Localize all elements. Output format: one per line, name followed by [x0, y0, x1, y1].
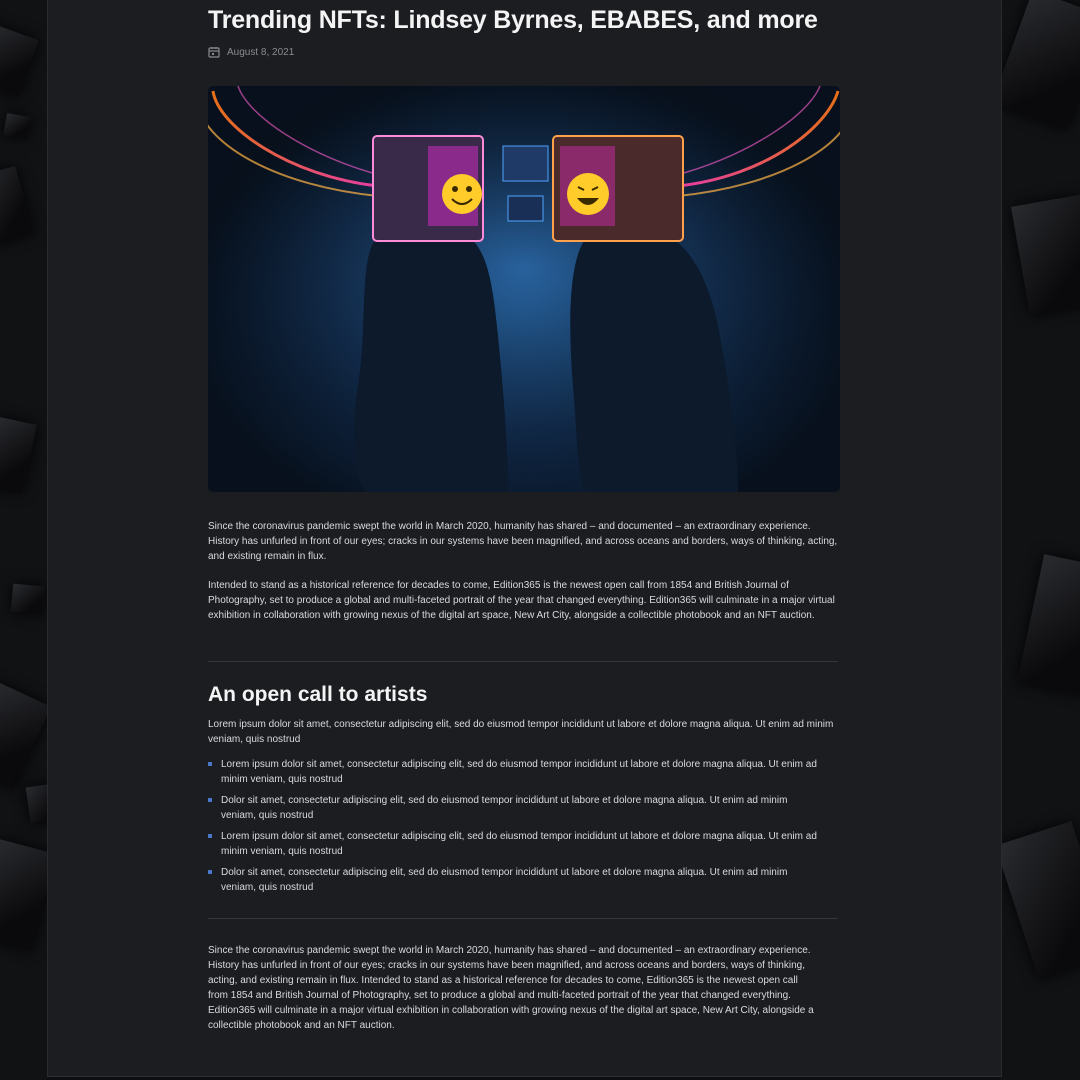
hero-illustration	[208, 86, 840, 492]
article-panel: Trending NFTs: Lindsey Byrnes, EBABES, a…	[47, 0, 1002, 1077]
background-left-decoration	[0, 0, 47, 1080]
calendar-icon	[208, 47, 220, 58]
article-meta: August 8, 2021	[208, 46, 840, 58]
bullet-list: Lorem ipsum dolor sit amet, consectetur …	[208, 757, 840, 901]
list-item: Lorem ipsum dolor sit amet, consectetur …	[208, 829, 818, 859]
decorative-cube	[1000, 821, 1080, 979]
list-item: Dolor sit amet, consectetur adipiscing e…	[208, 865, 818, 895]
decorative-cube	[0, 838, 47, 952]
hero-image	[208, 86, 840, 492]
list-item-text: Lorem ipsum dolor sit amet, consectetur …	[221, 759, 817, 785]
decorative-cube	[3, 113, 31, 139]
square-bullet-icon	[208, 762, 212, 766]
list-item: Lorem ipsum dolor sit amet, consectetur …	[208, 757, 818, 787]
list-item-text: Lorem ipsum dolor sit amet, consectetur …	[221, 831, 817, 857]
list-item-text: Dolor sit amet, consectetur adipiscing e…	[221, 867, 788, 893]
square-bullet-icon	[208, 798, 212, 802]
list-item: Dolor sit amet, consectetur adipiscing e…	[208, 793, 818, 823]
article-paragraph: Intended to stand as a historical refere…	[208, 580, 835, 621]
publish-date: August 8, 2021	[227, 46, 295, 58]
list-item-text: Dolor sit amet, consectetur adipiscing e…	[221, 795, 788, 821]
article-content: Trending NFTs: Lindsey Byrnes, EBABES, a…	[208, 0, 840, 1031]
section-divider	[208, 661, 838, 662]
decorative-cube	[0, 23, 39, 97]
section-intro: Lorem ipsum dolor sit amet, consectetur …	[208, 719, 834, 745]
article-paragraph: Since the coronavirus pandemic swept the…	[208, 521, 838, 562]
closing-paragraph: Since the coronavirus pandemic swept the…	[208, 945, 814, 1031]
background-right-decoration	[1000, 0, 1080, 1080]
square-bullet-icon	[208, 870, 212, 874]
section-divider	[208, 918, 838, 919]
decorative-cube	[25, 782, 47, 824]
decorative-cube	[10, 583, 46, 615]
decorative-cube	[1010, 194, 1080, 316]
decorative-cube	[0, 416, 37, 494]
square-bullet-icon	[208, 834, 212, 838]
decorative-cube	[1000, 0, 1080, 131]
decorative-cube	[0, 681, 47, 789]
article-title: Trending NFTs: Lindsey Byrnes, EBABES, a…	[208, 6, 818, 34]
decorative-cube	[0, 166, 34, 244]
decorative-cube	[1017, 554, 1080, 696]
section-heading: An open call to artists	[208, 683, 428, 706]
